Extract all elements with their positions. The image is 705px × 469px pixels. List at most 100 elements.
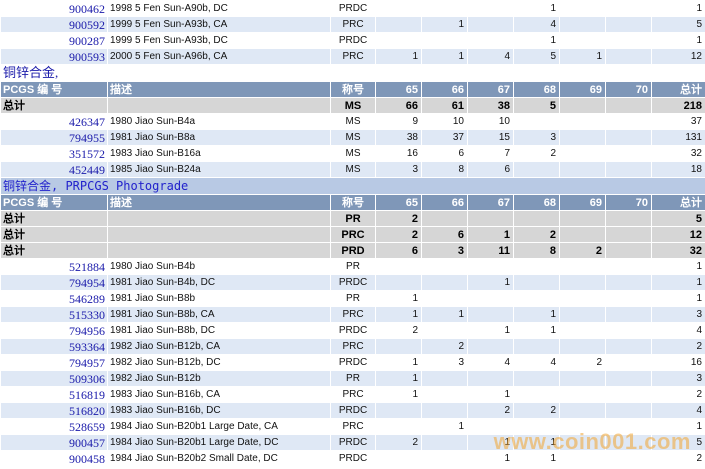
pcgs-number-link[interactable]: 900287 — [0, 32, 108, 49]
grade-count-66 — [421, 32, 468, 49]
grade-count-67: 4 — [467, 354, 514, 371]
grade-count-65: 1 — [375, 386, 422, 403]
grade-designation: PRDC — [330, 402, 376, 419]
grade-count-65: 1 — [375, 48, 422, 65]
total-count-65: 6 — [375, 242, 422, 259]
grade-count-66 — [421, 402, 468, 419]
coin-description: 1999 5 Fen Sun-A93b, CA — [107, 16, 331, 33]
grade-count-70 — [605, 48, 652, 65]
row-total: 1 — [651, 258, 705, 275]
grade-count-67 — [467, 0, 514, 17]
grade-count-66 — [421, 450, 468, 467]
site-watermark: www.coin001.com — [493, 429, 691, 454]
pcgs-number-link[interactable]: 900457 — [0, 434, 108, 451]
table-row: 900593 2000 5 Fen Sun-A96b, CA PRC 1 1 4 5 1 12 — [0, 48, 705, 65]
total-count-67: 11 — [467, 242, 514, 259]
grade-count-66 — [421, 370, 468, 387]
coin-description: 1985 Jiao Sun-B24a — [107, 161, 331, 178]
total-spacer — [107, 210, 331, 227]
table-row: 794955 1981 Jiao Sun-B8a MS 38 37 15 3 131 — [0, 129, 705, 146]
pcgs-number-link[interactable]: 794955 — [0, 129, 108, 146]
grade-count-70 — [605, 113, 652, 130]
grade-count-65: 1 — [375, 370, 422, 387]
pcgs-number-link[interactable]: 794954 — [0, 274, 108, 291]
total-count-69 — [559, 226, 606, 243]
coin-description: 1984 Jiao Sun-B20b1 Large Date, CA — [107, 418, 331, 435]
grade-count-67: 1 — [467, 274, 514, 291]
grade-designation: PR — [330, 290, 376, 307]
grade-count-66 — [421, 386, 468, 403]
grade-designation: PRDC — [330, 0, 376, 17]
total-label: 总计 — [0, 97, 108, 114]
grade-count-68: 1 — [513, 0, 560, 17]
pcgs-number-link[interactable]: 452449 — [0, 161, 108, 178]
grade-count-67 — [467, 306, 514, 323]
pcgs-number-link[interactable]: 516820 — [0, 402, 108, 419]
pcgs-number-link[interactable]: 900592 — [0, 16, 108, 33]
row-total: 1 — [651, 32, 705, 49]
grade-count-67: 1 — [467, 322, 514, 339]
header-grade-67: 67 — [467, 194, 514, 211]
header-grade-68: 68 — [513, 81, 560, 98]
grade-designation: PRC — [330, 306, 376, 323]
pcgs-number-link[interactable]: 900593 — [0, 48, 108, 65]
grade-count-66 — [421, 290, 468, 307]
grade-count-70 — [605, 306, 652, 323]
row-total: 3 — [651, 370, 705, 387]
grade-count-66: 1 — [421, 306, 468, 323]
pcgs-number-link[interactable]: 794956 — [0, 322, 108, 339]
table-row: 516819 1983 Jiao Sun-B16b, CA PRC 1 1 2 — [0, 386, 705, 403]
pcgs-number-link[interactable]: 900458 — [0, 450, 108, 467]
row-total: 1 — [651, 0, 705, 17]
coin-description: 1982 Jiao Sun-B12b, DC — [107, 354, 331, 371]
coin-description: 1999 5 Fen Sun-A93b, DC — [107, 32, 331, 49]
grade-count-69 — [559, 274, 606, 291]
row-total: 5 — [651, 16, 705, 33]
grade-designation: PRC — [330, 48, 376, 65]
coin-description: 1981 Jiao Sun-B8a — [107, 129, 331, 146]
header-grade-66: 66 — [421, 194, 468, 211]
grade-designation: PRDC — [330, 450, 376, 467]
header-grade-70: 70 — [605, 81, 652, 98]
pcgs-number-link[interactable]: 546289 — [0, 290, 108, 307]
header-grade-69: 69 — [559, 81, 606, 98]
coin-description: 1980 Jiao Sun-B4a — [107, 113, 331, 130]
grade-count-69: 2 — [559, 354, 606, 371]
coin-description: 1981 Jiao Sun-B8b — [107, 290, 331, 307]
section-title: 铜锌合金, — [0, 64, 705, 82]
header-grade: 称号 — [330, 81, 376, 98]
grade-count-66: 3 — [421, 354, 468, 371]
row-total: 32 — [651, 145, 705, 162]
table-row: 900287 1999 5 Fen Sun-A93b, DC PRDC 1 1 — [0, 32, 705, 49]
pcgs-number-link[interactable]: 521884 — [0, 258, 108, 275]
pcgs-number-link[interactable]: 509306 — [0, 370, 108, 387]
grade-count-67 — [467, 16, 514, 33]
grade-designation: PRC — [330, 338, 376, 355]
table-header-row: PCGS 编 号描述 称号 65 66 67 68 69 70 总计 — [0, 81, 705, 98]
pcgs-number-link[interactable]: 515330 — [0, 306, 108, 323]
pcgs-number-link[interactable]: 528659 — [0, 418, 108, 435]
coin-description: 1982 Jiao Sun-B12b, CA — [107, 338, 331, 355]
pcgs-number-link[interactable]: 900462 — [0, 0, 108, 17]
grade-count-70 — [605, 290, 652, 307]
pcgs-number-link[interactable]: 426347 — [0, 113, 108, 130]
grade-count-67: 15 — [467, 129, 514, 146]
table-row: 900462 1998 5 Fen Sun-A90b, DC PRDC 1 1 — [0, 0, 705, 17]
pcgs-number-link[interactable]: 351572 — [0, 145, 108, 162]
pcgs-number-link[interactable]: 516819 — [0, 386, 108, 403]
grade-count-66 — [421, 322, 468, 339]
pcgs-number-link[interactable]: 794957 — [0, 354, 108, 371]
grade-count-69 — [559, 322, 606, 339]
grade-designation: PR — [330, 370, 376, 387]
grade-designation: MS — [330, 145, 376, 162]
total-count-67: 38 — [467, 97, 514, 114]
grade-count-70 — [605, 354, 652, 371]
pcgs-number-link[interactable]: 593364 — [0, 338, 108, 355]
total-count-68 — [513, 210, 560, 227]
grade-count-68: 4 — [513, 354, 560, 371]
total-count-69 — [559, 97, 606, 114]
grade-count-68 — [513, 338, 560, 355]
row-total: 12 — [651, 48, 705, 65]
grade-count-65 — [375, 32, 422, 49]
grade-count-67: 6 — [467, 161, 514, 178]
